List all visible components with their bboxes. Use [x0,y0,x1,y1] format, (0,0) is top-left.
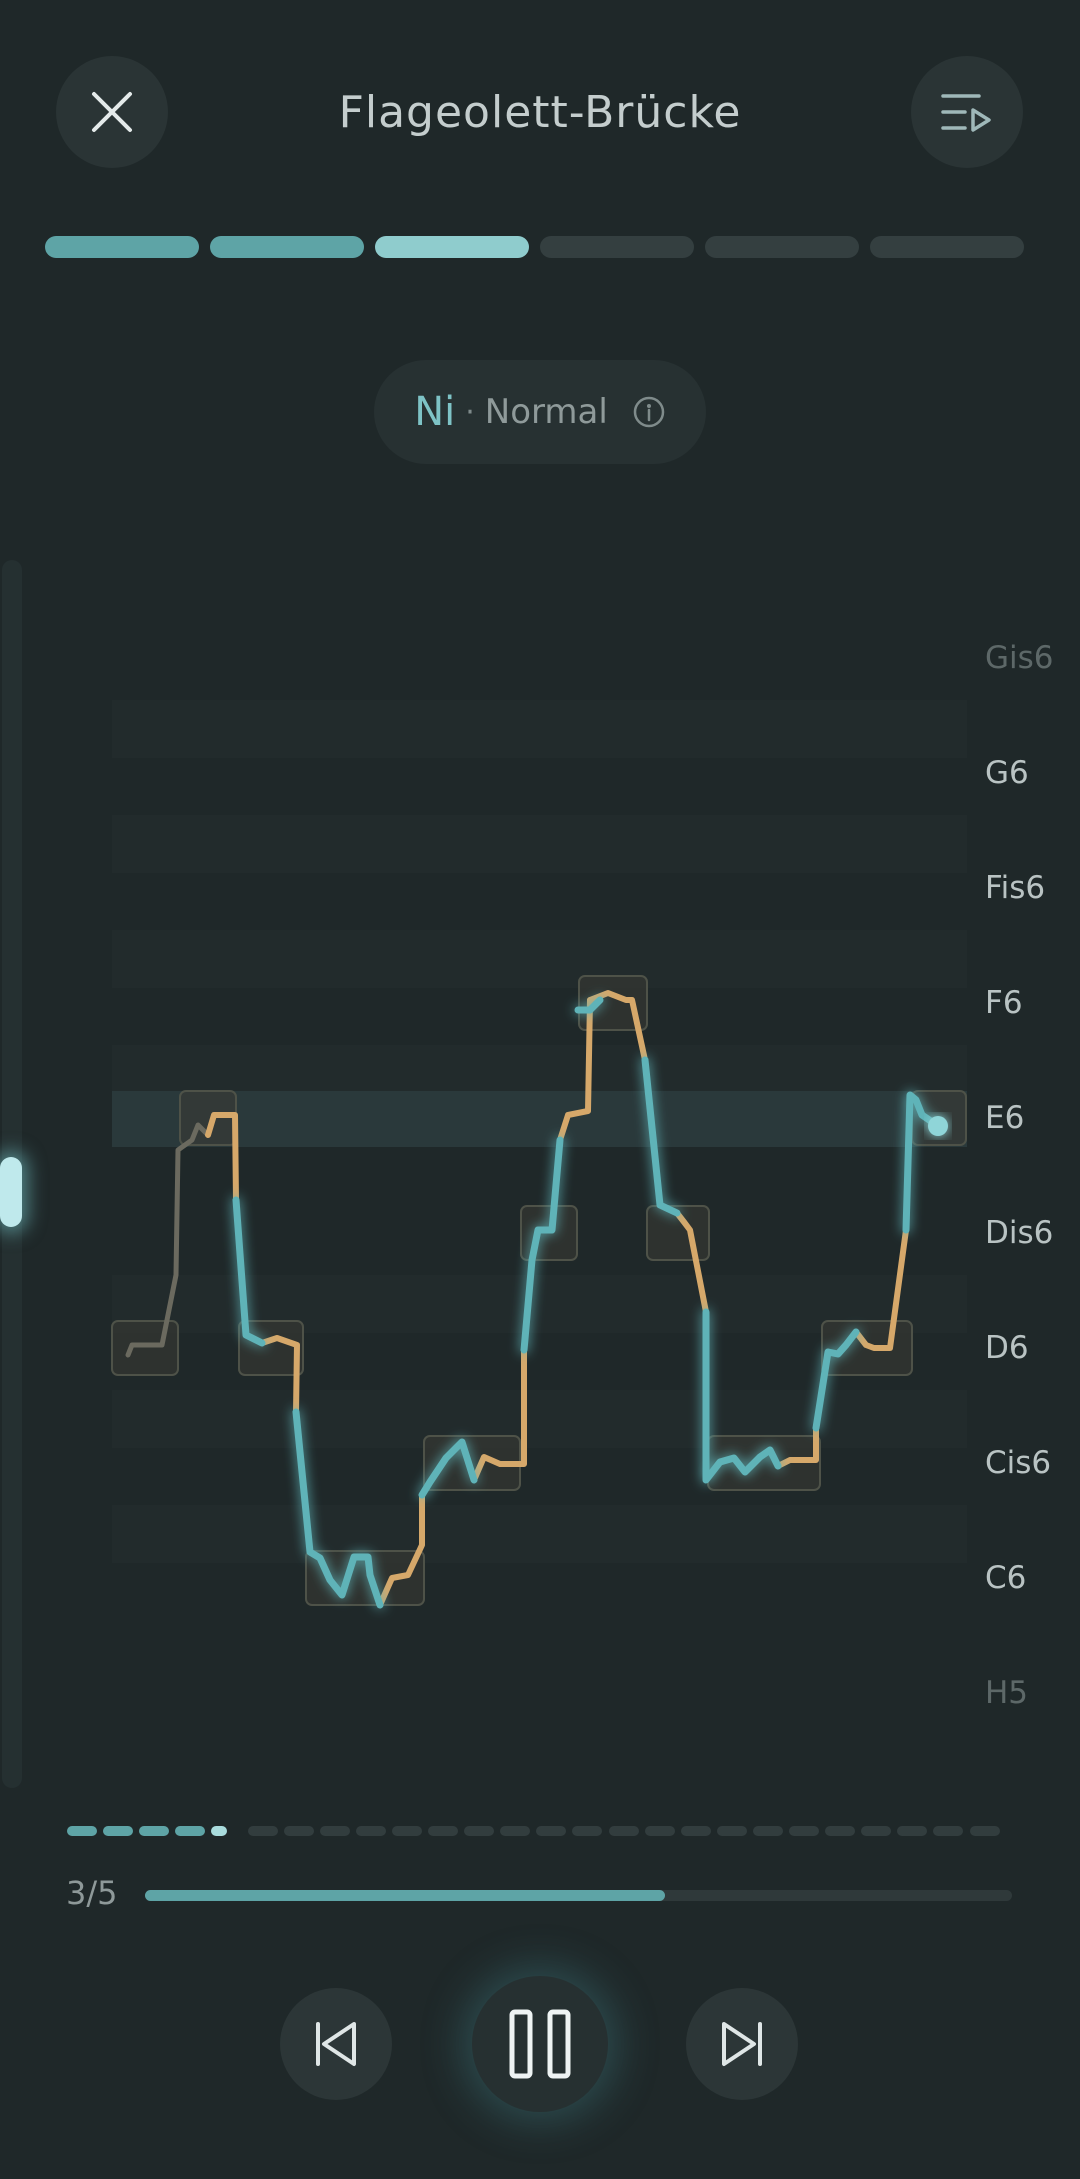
stage-segment [705,236,859,258]
exercise-dot [861,1826,891,1836]
exercise-dot [500,1826,530,1836]
exercise-dot [645,1826,675,1836]
note-label-fis6: Fis6 [985,870,1046,906]
note-label-h5: H5 [985,1675,1029,1711]
stage-segment [210,236,364,258]
exercise-dot [320,1826,350,1836]
exercise-dot [897,1826,927,1836]
exercise-dot [284,1826,314,1836]
exercise-dot [536,1826,566,1836]
pitch-cursor [928,1116,948,1136]
skip-next-icon [722,2022,762,2066]
info-icon[interactable] [632,395,666,429]
note-label-e6: E6 [985,1100,1025,1136]
exercise-dot [248,1826,278,1836]
exercise-dot [103,1826,133,1836]
stage-segment [540,236,694,258]
playlist-button[interactable] [911,56,1023,168]
exercise-dot [175,1826,205,1836]
exercise-dot [139,1826,169,1836]
mode-ni-label: Ni [414,389,456,435]
exercise-dot [464,1826,494,1836]
exercise-dot [356,1826,386,1836]
exercise-dot [211,1826,227,1836]
exercise-dot [681,1826,711,1836]
mode-selector[interactable]: Ni · Normal [374,360,706,464]
next-button[interactable] [686,1988,798,2100]
difficulty-label: Normal [484,392,608,432]
exercise-dot [970,1826,1000,1836]
playback-progress-bar[interactable] [145,1890,1012,1901]
note-label-g6: G6 [985,755,1029,791]
playback-progress-fill [145,1890,666,1901]
exercise-dot [789,1826,819,1836]
exercise-dot [428,1826,458,1836]
exercise-counter: 3/5 [66,1874,118,1912]
playlist-play-icon [941,94,991,132]
mode-separator: · [465,394,475,430]
note-label-cis6: Cis6 [985,1445,1052,1481]
exercise-dot [933,1826,963,1836]
exercise-dot [392,1826,422,1836]
exercise-dot [753,1826,783,1836]
exercise-dot [67,1826,97,1836]
exercise-dot [609,1826,639,1836]
stage-segment [375,236,529,258]
note-label-gis6: Gis6 [985,640,1054,676]
pause-icon [509,2009,571,2079]
exercise-dot [572,1826,602,1836]
previous-button[interactable] [280,1988,392,2100]
close-button[interactable] [56,56,168,168]
target-row-highlight [112,1091,967,1147]
page-title: Flageolett-Brücke [338,87,742,138]
pause-button[interactable] [472,1976,608,2112]
note-label-d6: D6 [985,1330,1029,1366]
note-label-dis6: Dis6 [985,1215,1054,1251]
exercise-dot [717,1826,747,1836]
close-icon [92,92,132,132]
note-label-f6: F6 [985,985,1023,1021]
stage-segment [45,236,199,258]
exercise-dot [825,1826,855,1836]
note-label-c6: C6 [985,1560,1027,1596]
stage-segment [870,236,1024,258]
skip-previous-icon [316,2022,356,2066]
pitch-chart [111,700,967,1609]
